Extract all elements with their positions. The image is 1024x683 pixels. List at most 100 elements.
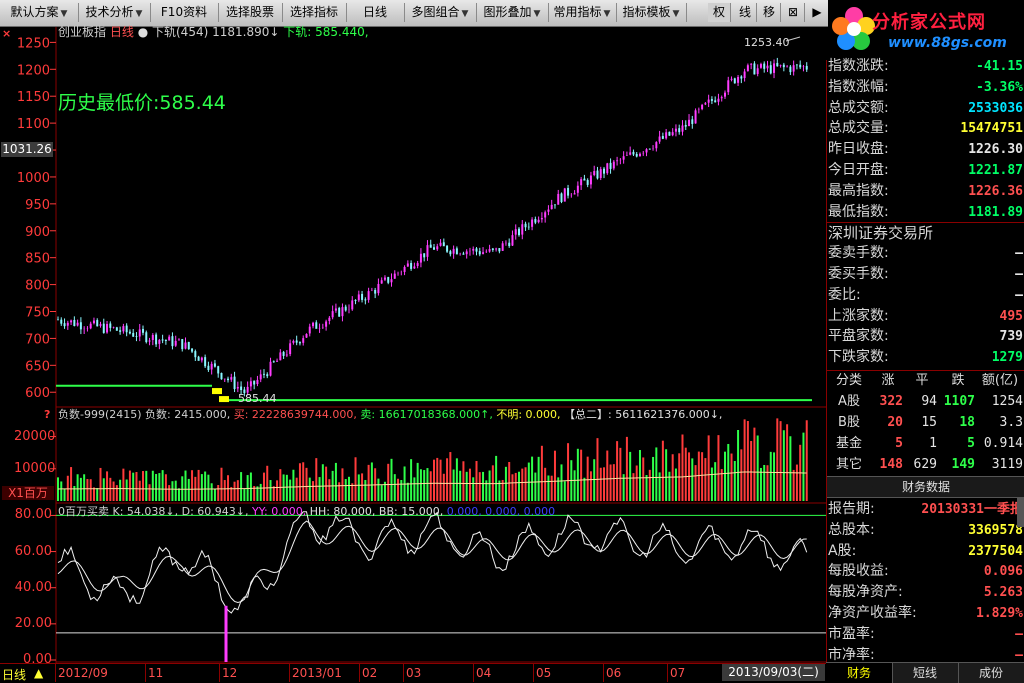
panel-tab-3[interactable]: 成份 [958, 663, 1024, 683]
row-value: 5.263 [983, 585, 1023, 601]
main-y-tick-label: 950 [25, 198, 50, 213]
class-cell-flat: 94 [921, 394, 937, 409]
row-label: 每股净资产: [828, 584, 903, 601]
class-header-cell: 平 [915, 373, 929, 388]
row-label: 报告期: [828, 501, 875, 517]
volume-indicator-name: 负数-999(2415) [58, 408, 142, 421]
toolbar-button-label: 指标模板 [622, 5, 671, 19]
toolbar-button-4[interactable]: 选择股票 [218, 3, 283, 22]
main-y-tick-label: 800 [25, 279, 50, 294]
mode-button-2[interactable]: 线 [734, 3, 757, 22]
index-name: 创业板指 [58, 25, 107, 39]
down-arrow: ↓ [269, 25, 280, 39]
class-table-header: 分类 涨 平 跌 额(亿) [827, 370, 1024, 390]
dropdown-arrow-icon: ▼ [135, 9, 143, 19]
help-marker-volume[interactable]: ? [44, 408, 50, 421]
main-chart-title: 创业板指 日线 ● 下轨(454) 1181.890↓ 下轨: 585.440, [58, 25, 369, 39]
help-marker-main[interactable]: × [2, 27, 11, 40]
info-panel: 指数涨跌: -41.15 指数涨幅: -3.36% 总成交额: 2533036 总成交量: 1… [826, 58, 1024, 682]
quote-row: 今日开盘: 1221.87 [827, 160, 1024, 181]
x-tick-mark [219, 664, 220, 682]
historic-low-annotation: 历史最低价:585.44 [58, 92, 226, 114]
class-cell-name: 基金 [835, 436, 862, 451]
panel-tab-2[interactable]: 短线 [892, 663, 959, 683]
class-cell-amount: 3.3 [999, 415, 1023, 430]
kd-y-label: 20.00 [14, 615, 52, 631]
class-cell-up: 322 [879, 394, 903, 409]
finance-section-title: 财务数据 [827, 476, 1024, 498]
row-value: — [1015, 626, 1023, 642]
quote-row: 总成交额: 2533036 [827, 98, 1024, 119]
toolbar-button-label: 常用指标 [553, 5, 602, 19]
class-cell-down: 149 [951, 457, 975, 472]
row-label: 委买手数: [828, 266, 889, 282]
row-label: A股: [828, 542, 857, 559]
volume-unit-label: X1百万 [2, 486, 54, 500]
class-cell-name: 其它 [835, 457, 862, 472]
finance-scrollbar[interactable] [1017, 497, 1024, 528]
panel-tab-1[interactable]: 财务 [826, 663, 893, 683]
class-cell-down: 5 [967, 436, 975, 451]
x-tick-label: 03 [406, 666, 422, 680]
site-logo: 分析家公式网 www.88gs.com [828, 0, 1024, 60]
quote-row: 总成交量: 15474751 [827, 118, 1024, 139]
row-label: 平盘家数: [828, 328, 889, 345]
toolbar-button-label: 默认方案 [10, 5, 59, 19]
toolbar-button-5[interactable]: 选择指标 [282, 3, 347, 22]
main-y-tick-label: 650 [25, 359, 50, 374]
toolbar-button-10[interactable]: 指标模板 ▼ [616, 3, 687, 22]
finance-row: 每股收益: 0.096 [827, 561, 1024, 582]
kd-d-value: D: 60.943↓, [181, 505, 249, 518]
row-value: 0.096 [983, 564, 1023, 580]
x-tick-mark [603, 664, 604, 682]
toolbar-button-8[interactable]: 图形叠加 ▼ [476, 3, 549, 22]
x-tick-mark [289, 664, 290, 682]
class-cell-down: 1107 [943, 394, 975, 409]
current-date: 2013/09/03(二) [722, 664, 825, 681]
warning-icon: ▲ [34, 666, 44, 680]
class-cell-up: 5 [895, 436, 903, 451]
main-y-tick-label: 1100 [17, 117, 50, 132]
row-label: 总股本: [828, 521, 875, 538]
row-value: -41.15 [976, 59, 1023, 74]
lower-band-value: 1181.890 [212, 25, 270, 39]
kd-d-line [57, 520, 807, 604]
quote-row: 最高指数: 1226.36 [827, 181, 1024, 202]
kd-extra-values: 0.000, 0.000, 0.000 [446, 505, 556, 518]
toolbar-button-2[interactable]: 技术分析 ▼ [78, 3, 151, 22]
toolbar-button-label: 多图组合 [411, 5, 460, 19]
exchange-label: 深圳证券交易所 [828, 224, 934, 243]
toolbar-button-3[interactable]: F10资料 [150, 3, 219, 22]
mode-button-5[interactable]: ▶ [806, 3, 829, 22]
toolbar-button-7[interactable]: 多图组合 ▼ [404, 3, 477, 22]
mode-button-4[interactable]: ⊠ [782, 3, 805, 22]
class-cell-flat: 629 [913, 457, 937, 472]
toolbar-button-6[interactable]: 日线 [346, 3, 405, 22]
mode-button-1[interactable]: 权 [708, 3, 731, 22]
kd-y-label: 0.00 [23, 652, 52, 667]
main-y-tick-label: 750 [25, 306, 50, 321]
logo-url: www.88gs.com [888, 35, 1007, 51]
kd-k-value: K: 54.038↓, [112, 505, 179, 518]
main-y-tick-label: 1150 [17, 90, 50, 105]
row-label: 总成交额: [828, 99, 889, 116]
row-value: 1.829% [976, 606, 1023, 621]
quote-row: 最低指数: 1181.89 [827, 202, 1024, 223]
class-cell-amount: 3119 [991, 457, 1023, 472]
class-table-row: B股 20 15 18 3.3 [827, 413, 1024, 432]
row-value: 1181.89 [968, 204, 1023, 220]
kd-y-label: 40.00 [14, 579, 52, 595]
mode-button-3[interactable]: 移 [758, 3, 781, 22]
toolbar-button-1[interactable]: 默认方案 ▼ [0, 3, 79, 22]
toolbar-button-label: 日线 [362, 5, 387, 19]
exchange-name: 深圳证券交易所 [827, 222, 1024, 244]
toolbar-button-label: 选择指标 [289, 5, 338, 19]
order-row: 委买手数: — [827, 264, 1024, 285]
x-tick-label: 04 [476, 666, 492, 680]
class-table-row: A股 322 94 1107 1254 [827, 392, 1024, 411]
toolbar-button-9[interactable]: 常用指标 ▼ [548, 3, 617, 22]
main-y-tick-label: 1200 [17, 63, 50, 78]
order-row: 委卖手数: — [827, 243, 1024, 264]
volume-sell-value: 卖: 16617018368.000↑, [360, 408, 493, 421]
row-value: 1226.30 [968, 142, 1023, 158]
